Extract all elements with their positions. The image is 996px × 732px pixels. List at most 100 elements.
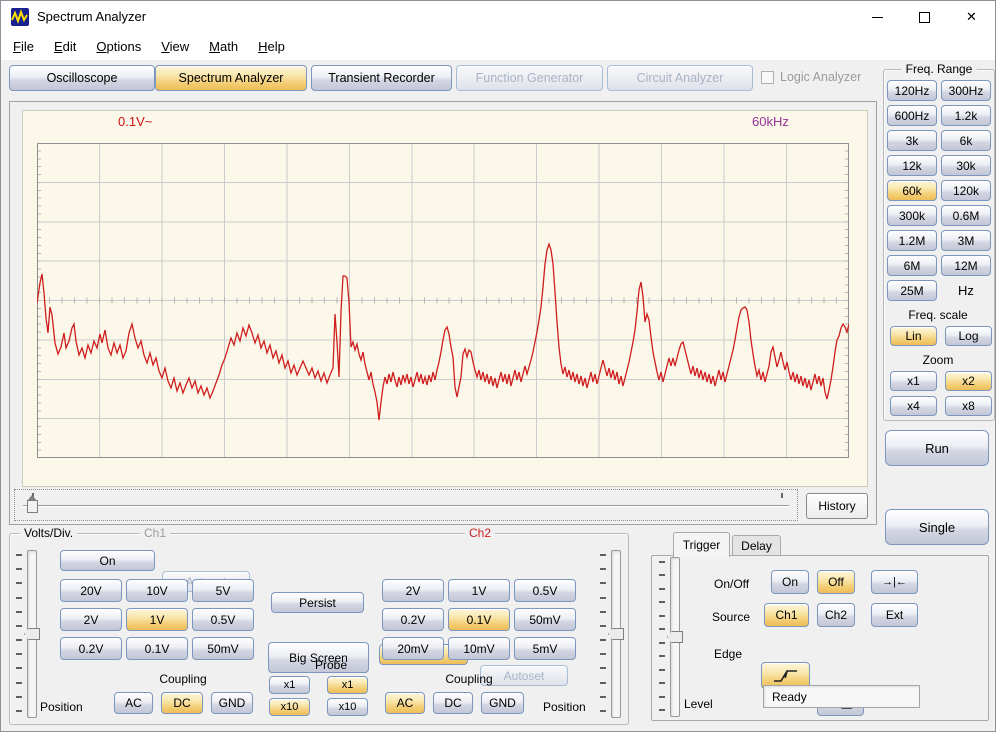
tab-spectrum-analyzer[interactable]: Spectrum Analyzer bbox=[155, 65, 307, 91]
slider-tick bbox=[16, 695, 22, 698]
ch2-volts-2v[interactable]: 2V bbox=[382, 579, 444, 602]
ch2-volts-0-1v[interactable]: 0.1V bbox=[448, 608, 510, 631]
menu-file[interactable]: File bbox=[3, 39, 44, 54]
zoom-x4[interactable]: x4 bbox=[890, 396, 937, 416]
freq-range-button-300hz[interactable]: 300Hz bbox=[941, 80, 991, 101]
freq-range-button-1-2m[interactable]: 1.2M bbox=[887, 230, 937, 251]
freq-range-button-0-6m[interactable]: 0.6M bbox=[941, 205, 991, 226]
zoom-x1[interactable]: x1 bbox=[890, 371, 937, 391]
ch1-volts-10v[interactable]: 10V bbox=[126, 579, 188, 602]
freq-range-button-30k[interactable]: 30k bbox=[941, 155, 991, 176]
ch2-volts-0-5v[interactable]: 0.5V bbox=[514, 579, 576, 602]
freq-range-button-3m[interactable]: 3M bbox=[941, 230, 991, 251]
slider-tick bbox=[600, 596, 606, 599]
menu-help[interactable]: Help bbox=[248, 39, 295, 54]
ch1-volts-0-5v[interactable]: 0.5V bbox=[192, 608, 254, 631]
freq-range-button-120k[interactable]: 120k bbox=[941, 180, 991, 201]
ch1-volts-0-2v[interactable]: 0.2V bbox=[60, 637, 122, 660]
trigger-edge-label: Edge bbox=[714, 647, 743, 661]
ch2-volts-10mv[interactable]: 10mV bbox=[448, 637, 510, 660]
probe-ch2-buttons: x1 x10 bbox=[327, 676, 368, 716]
ch2-volts-20mv[interactable]: 20mV bbox=[382, 637, 444, 660]
history-button[interactable]: History bbox=[806, 493, 868, 519]
tab-trigger[interactable]: Trigger bbox=[673, 532, 730, 557]
ch1-volts-5v[interactable]: 5V bbox=[192, 579, 254, 602]
trigger-onoff-on[interactable]: On bbox=[771, 570, 809, 594]
ch2-volts-50mv[interactable]: 50mV bbox=[514, 608, 576, 631]
trigger-collide-button[interactable]: →|← bbox=[871, 570, 918, 594]
freq-range-button-6m[interactable]: 6M bbox=[887, 255, 937, 276]
freq-range-button-1-2k[interactable]: 1.2k bbox=[941, 105, 991, 126]
ch1-position-label: Position bbox=[40, 700, 83, 714]
freq-range-button-60k[interactable]: 60k bbox=[887, 180, 937, 201]
slider-tick bbox=[600, 710, 606, 712]
tab-delay[interactable]: Delay bbox=[732, 535, 781, 556]
trigger-onoff-off[interactable]: Off bbox=[817, 570, 855, 594]
close-button[interactable]: ✕ bbox=[948, 1, 995, 33]
persist-button[interactable]: Persist bbox=[271, 592, 364, 613]
ch1-volts-1v[interactable]: 1V bbox=[126, 608, 188, 631]
plot-scroll-slider[interactable] bbox=[14, 489, 798, 521]
trigger-source-ext[interactable]: Ext bbox=[871, 603, 918, 627]
probe-ch1-x10[interactable]: x10 bbox=[269, 698, 310, 716]
volts-div-title: Volts/Div. bbox=[20, 526, 78, 540]
maximize-button[interactable] bbox=[901, 1, 948, 33]
freq-range-button-120hz[interactable]: 120Hz bbox=[887, 80, 937, 101]
freq-scale-log[interactable]: Log bbox=[945, 326, 992, 346]
tab-function-generator: Function Generator bbox=[456, 65, 603, 91]
slider-tick bbox=[600, 568, 606, 571]
ch1-volts-0-1v[interactable]: 0.1V bbox=[126, 637, 188, 660]
ch1-position-slider[interactable] bbox=[14, 550, 40, 718]
ch2-position-slider[interactable] bbox=[598, 550, 624, 718]
ch1-volts-20v[interactable]: 20V bbox=[60, 579, 122, 602]
freq-scale-lin[interactable]: Lin bbox=[890, 326, 937, 346]
menu-edit[interactable]: Edit bbox=[44, 39, 86, 54]
ch1-coupling-ac[interactable]: AC bbox=[114, 692, 153, 714]
ch1-coupling-dc[interactable]: DC bbox=[161, 692, 203, 714]
ch2-coupling-label: Coupling bbox=[445, 672, 493, 686]
trigger-source-ch2[interactable]: Ch2 bbox=[817, 603, 855, 627]
slider-tick bbox=[16, 596, 22, 599]
freq-range-button-300k[interactable]: 300k bbox=[887, 205, 937, 226]
menu-options[interactable]: Options bbox=[86, 39, 151, 54]
zoom-x8[interactable]: x8 bbox=[945, 396, 992, 416]
freq-range-button-600hz[interactable]: 600Hz bbox=[887, 105, 937, 126]
slider-tick bbox=[659, 655, 665, 658]
plot-panel: 0.1V~ 60kHz History bbox=[9, 101, 877, 525]
probe-ch1-buttons: x1 x10 bbox=[269, 676, 310, 716]
run-button[interactable]: Run bbox=[885, 430, 989, 466]
ch2-volts-1v[interactable]: 1V bbox=[448, 579, 510, 602]
zoom-x2[interactable]: x2 bbox=[945, 371, 992, 391]
freq-range-button-3k[interactable]: 3k bbox=[887, 130, 937, 151]
freq-range-button-25m[interactable]: 25M bbox=[887, 280, 937, 301]
ch1-volts-2v[interactable]: 2V bbox=[60, 608, 122, 631]
minimize-button[interactable] bbox=[854, 1, 901, 33]
ch1-volts-50mv[interactable]: 50mV bbox=[192, 637, 254, 660]
probe-ch2-x10[interactable]: x10 bbox=[327, 698, 368, 716]
ch2-volts-5mv[interactable]: 5mV bbox=[514, 637, 576, 660]
slider-track[interactable] bbox=[23, 505, 789, 506]
menu-view[interactable]: View bbox=[151, 39, 199, 54]
tab-transient-recorder[interactable]: Transient Recorder bbox=[311, 65, 452, 91]
freq-range-button-12k[interactable]: 12k bbox=[887, 155, 937, 176]
probe-ch2-x1[interactable]: x1 bbox=[327, 676, 368, 694]
ch2-coupling-dc[interactable]: DC bbox=[433, 692, 473, 714]
trigger-level-label: Level bbox=[684, 697, 713, 711]
ch2-volts-0-2v[interactable]: 0.2V bbox=[382, 608, 444, 631]
ch2-coupling-gnd[interactable]: GND bbox=[481, 692, 524, 714]
slider-tick bbox=[16, 568, 22, 571]
ch2-coupling-ac[interactable]: AC bbox=[385, 692, 425, 714]
slider-tick bbox=[16, 624, 22, 627]
probe-ch1-x1[interactable]: x1 bbox=[269, 676, 310, 694]
tab-oscilloscope[interactable]: Oscilloscope bbox=[9, 65, 155, 91]
ch1-on-button[interactable]: On bbox=[60, 550, 155, 571]
trigger-level-slider[interactable] bbox=[657, 557, 683, 717]
menu-math[interactable]: Math bbox=[199, 39, 248, 54]
freq-range-button-12m[interactable]: 12M bbox=[941, 255, 991, 276]
slider-thumb[interactable] bbox=[27, 495, 38, 513]
ch1-coupling-gnd[interactable]: GND bbox=[211, 692, 253, 714]
trigger-source-ch1[interactable]: Ch1 bbox=[764, 603, 809, 627]
trigger-level-field[interactable]: Ready bbox=[763, 685, 920, 708]
freq-range-button-6k[interactable]: 6k bbox=[941, 130, 991, 151]
freq-scale-buttons: Lin Log bbox=[890, 326, 992, 346]
